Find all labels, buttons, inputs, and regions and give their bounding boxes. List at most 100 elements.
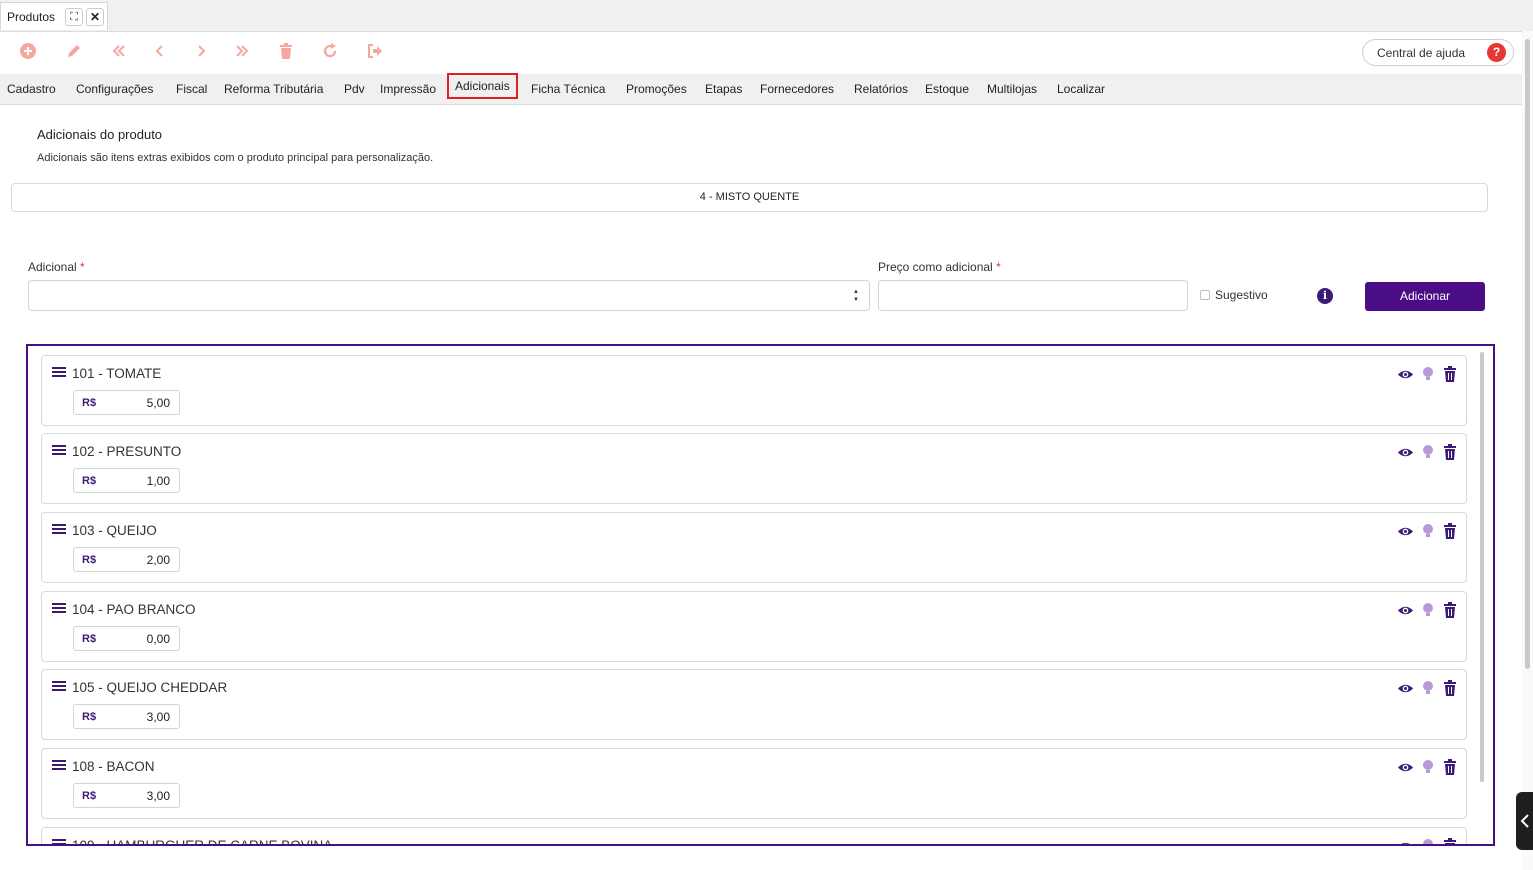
section-description: Adicionais são itens extras exibidos com… [37, 152, 434, 164]
item-price-input[interactable]: R$ 3,00 [73, 704, 180, 729]
lightbulb-icon[interactable] [1419, 680, 1437, 698]
lightbulb-icon[interactable] [1419, 523, 1437, 541]
adicional-label: Adicional * [28, 260, 85, 274]
item-price: 0,00 [146, 632, 170, 646]
tab-relatorios[interactable]: Relatórios [854, 78, 908, 100]
help-icon: ? [1487, 43, 1506, 62]
list-item[interactable]: 101 - TOMATE R$ 5,00 [41, 355, 1467, 426]
page-scrollbar[interactable] [1522, 31, 1533, 870]
help-center-button[interactable]: Central de ajuda ? [1362, 39, 1514, 66]
list-item[interactable]: 108 - BACON R$ 3,00 [41, 748, 1467, 819]
trash-icon[interactable] [1441, 523, 1459, 541]
tab-pdv[interactable]: Pdv [344, 78, 365, 100]
add-icon[interactable] [17, 42, 39, 64]
item-price-input[interactable]: R$ 2,00 [73, 547, 180, 572]
currency-label: R$ [82, 711, 97, 723]
price-input[interactable] [878, 280, 1188, 311]
eye-icon[interactable] [1396, 366, 1414, 384]
delete-icon[interactable] [275, 42, 297, 64]
item-price: 1,00 [146, 474, 170, 488]
lightbulb-icon[interactable] [1419, 759, 1437, 777]
eye-icon[interactable] [1396, 602, 1414, 620]
trash-icon[interactable] [1441, 759, 1459, 777]
previous-icon[interactable] [149, 42, 171, 64]
eye-icon[interactable] [1396, 680, 1414, 698]
tab-cadastro[interactable]: Cadastro [7, 78, 56, 100]
current-product: 4 - MISTO QUENTE [11, 183, 1488, 212]
product-menu-bar: Cadastro Configurações Fiscal Reforma Tr… [0, 74, 1522, 105]
list-item[interactable]: 102 - PRESUNTO R$ 1,00 [41, 433, 1467, 504]
record-toolbar [0, 32, 1522, 74]
tab-estoque[interactable]: Estoque [925, 78, 969, 100]
tab-promocoes[interactable]: Promoções [626, 78, 687, 100]
lightbulb-icon[interactable] [1419, 444, 1437, 462]
drag-handle-icon[interactable] [52, 839, 66, 844]
additions-list: 101 - TOMATE R$ 5,00 102 - PRESUNTO R$ 1… [26, 344, 1495, 846]
tab-configuracoes[interactable]: Configurações [76, 78, 153, 100]
trash-icon[interactable] [1441, 366, 1459, 384]
drag-handle-icon[interactable] [52, 681, 66, 694]
required-mark: * [80, 260, 85, 274]
tab-adicionais[interactable]: Adicionais [447, 73, 518, 99]
eye-icon[interactable] [1396, 444, 1414, 462]
list-item[interactable]: 104 - PAO BRANCO R$ 0,00 [41, 591, 1467, 662]
item-price-input[interactable]: R$ 3,00 [73, 783, 180, 808]
first-icon[interactable] [108, 42, 130, 64]
list-scrollbar-thumb[interactable] [1480, 352, 1484, 782]
maximize-icon[interactable]: ⛶ [65, 8, 83, 26]
exit-icon[interactable] [364, 42, 386, 64]
tab-etapas[interactable]: Etapas [705, 78, 742, 100]
list-item[interactable]: 109 - HAMBURGUER DE CARNE BOVINA [41, 827, 1467, 844]
currency-label: R$ [82, 633, 97, 645]
trash-icon[interactable] [1441, 838, 1459, 844]
tab-produtos[interactable]: Produtos ⛶ ✕ [0, 2, 108, 30]
edit-icon[interactable] [63, 42, 85, 64]
last-icon[interactable] [231, 42, 253, 64]
tab-ficha-tecnica[interactable]: Ficha Técnica [531, 78, 605, 100]
item-price: 5,00 [146, 396, 170, 410]
tab-fiscal[interactable]: Fiscal [176, 78, 207, 100]
tab-fornecedores[interactable]: Fornecedores [760, 78, 834, 100]
item-price-input[interactable]: R$ 1,00 [73, 468, 180, 493]
item-name: 102 - PRESUNTO [72, 444, 182, 459]
tab-reforma-tributaria[interactable]: Reforma Tributária [224, 78, 323, 100]
drag-handle-icon[interactable] [52, 603, 66, 616]
adicional-select[interactable]: ▲ ▼ [28, 280, 870, 311]
refresh-icon[interactable] [319, 42, 341, 64]
drag-handle-icon[interactable] [52, 760, 66, 773]
tab-impressao[interactable]: Impressão [380, 78, 436, 100]
close-icon[interactable]: ✕ [86, 8, 104, 26]
lightbulb-icon[interactable] [1419, 366, 1437, 384]
item-price-input[interactable]: R$ 0,00 [73, 626, 180, 651]
currency-label: R$ [82, 397, 97, 409]
add-button[interactable]: Adicionar [1365, 282, 1485, 311]
item-price: 3,00 [146, 710, 170, 724]
page-scrollbar-thumb[interactable] [1525, 39, 1530, 669]
tab-localizar[interactable]: Localizar [1057, 78, 1105, 100]
list-item[interactable]: 105 - QUEIJO CHEDDAR R$ 3,00 [41, 669, 1467, 740]
chevron-left-icon[interactable] [1516, 792, 1533, 850]
drag-handle-icon[interactable] [52, 524, 66, 537]
tab-multilojas[interactable]: Multilojas [987, 78, 1037, 100]
item-price-input[interactable]: R$ 5,00 [73, 390, 180, 415]
list-item[interactable]: 103 - QUEIJO R$ 2,00 [41, 512, 1467, 583]
lightbulb-icon[interactable] [1419, 602, 1437, 620]
trash-icon[interactable] [1441, 444, 1459, 462]
sugestivo-checkbox[interactable] [1200, 290, 1210, 300]
trash-icon[interactable] [1441, 602, 1459, 620]
currency-label: R$ [82, 475, 97, 487]
item-name: 108 - BACON [72, 759, 155, 774]
item-price: 3,00 [146, 789, 170, 803]
drag-handle-icon[interactable] [52, 367, 66, 380]
drag-handle-icon[interactable] [52, 445, 66, 458]
trash-icon[interactable] [1441, 680, 1459, 698]
item-name: 105 - QUEIJO CHEDDAR [72, 680, 228, 695]
currency-label: R$ [82, 790, 97, 802]
eye-icon[interactable] [1396, 523, 1414, 541]
currency-label: R$ [82, 554, 97, 566]
next-icon[interactable] [190, 42, 212, 64]
eye-icon[interactable] [1396, 759, 1414, 777]
eye-icon[interactable] [1396, 838, 1414, 844]
lightbulb-icon[interactable] [1419, 838, 1437, 844]
info-icon[interactable]: i [1317, 288, 1333, 304]
